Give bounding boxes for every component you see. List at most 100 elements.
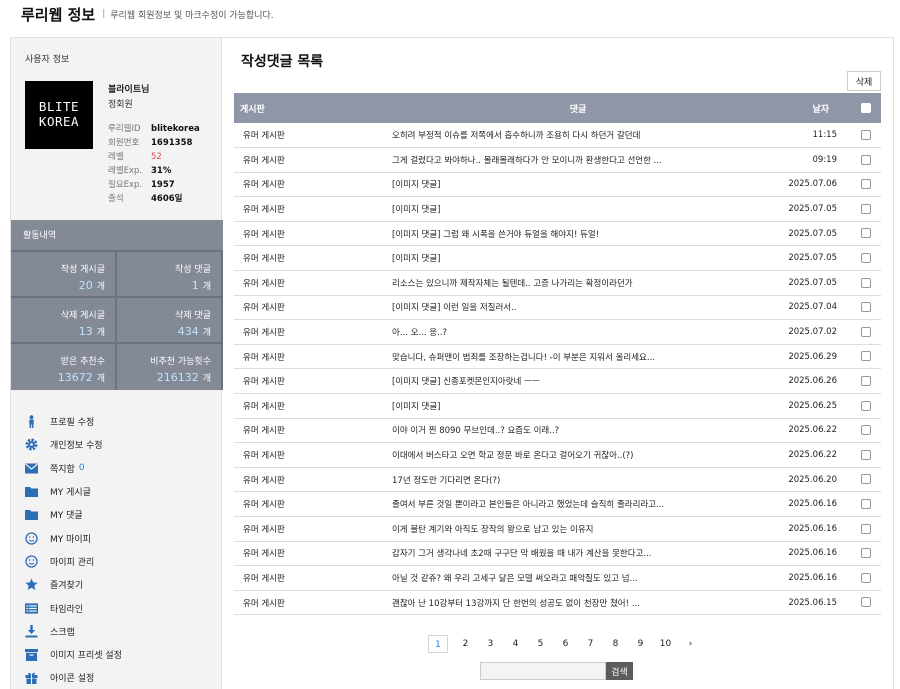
activity-cell-posts[interactable]: 작성 게시글 20 개 <box>11 252 115 296</box>
row-checkbox-cell <box>851 172 881 198</box>
row-comment-link[interactable]: [이미지 댓글] 신종포켓몬인지아랏네 ㅡㅡ <box>392 368 764 395</box>
row-checkbox[interactable] <box>861 253 871 264</box>
row-checkbox[interactable] <box>861 400 871 411</box>
row-checkbox[interactable] <box>861 228 871 239</box>
row-checkbox[interactable] <box>861 129 871 140</box>
menu-messages[interactable]: 쪽지함 0 <box>11 457 223 480</box>
page-link[interactable]: 7 <box>578 635 603 653</box>
page-link[interactable]: 2 <box>453 635 478 653</box>
row-board[interactable]: 유머 게시판 <box>234 590 392 616</box>
activity-cell-downvotes[interactable]: 비추천 가능횟수 216132 개 <box>117 344 221 390</box>
activity-cell-deleted-posts[interactable]: 삭제 게시글 13 개 <box>11 298 115 342</box>
menu-mypi-manage[interactable]: 마이피 관리 <box>11 550 223 573</box>
row-board[interactable]: 유머 게시판 <box>234 172 392 198</box>
row-checkbox[interactable] <box>861 302 871 313</box>
main-content: 작성댓글 목록 삭제 게시판 댓글 날자 유머 게시판 오히려 부정적 이슈를 저… <box>222 37 894 689</box>
row-board[interactable]: 유머 게시판 <box>234 418 392 444</box>
row-comment-link[interactable]: 괜찮아 난 10강부터 13강까지 단 한번의 성공도 없이 천장만 쳤어! .… <box>392 590 764 616</box>
row-checkbox[interactable] <box>861 351 871 362</box>
row-checkbox[interactable] <box>861 449 871 460</box>
row-checkbox[interactable] <box>861 277 871 288</box>
row-board[interactable]: 유머 게시판 <box>234 516 392 542</box>
row-board[interactable]: 유머 게시판 <box>234 295 392 321</box>
row-comment-link[interactable]: 그게 걸렸다고 봐야하나.. 몰래몰래하다가 안 모이니까 환생한다고 선언한 … <box>392 147 764 173</box>
page-link[interactable]: 6 <box>553 635 578 653</box>
row-checkbox[interactable] <box>861 498 871 509</box>
menu-scrap[interactable]: 스크랩 <box>11 620 223 643</box>
search-input[interactable] <box>480 662 606 680</box>
menu-my-comments[interactable]: MY 댓글 <box>11 503 223 526</box>
activity-label: 삭제 댓글 <box>175 311 211 321</box>
activity-cell-comments[interactable]: 작성 댓글 1 개 <box>117 252 221 296</box>
row-checkbox[interactable] <box>861 597 871 608</box>
delete-button[interactable]: 삭제 <box>847 71 881 91</box>
row-comment-link[interactable]: [이미지 댓글] <box>392 172 764 198</box>
row-checkbox[interactable] <box>861 154 871 165</box>
column-header-board: 게시판 <box>234 93 392 123</box>
row-checkbox[interactable] <box>861 523 871 534</box>
row-comment-link[interactable]: 갑자기 그거 생각나네 초2때 구구단 막 배웠을 때 내가 계산을 못한다고.… <box>392 541 764 567</box>
row-board[interactable]: 유머 게시판 <box>234 196 392 222</box>
page-link[interactable]: 5 <box>528 635 553 653</box>
menu-favorites[interactable]: 즐겨찾기 <box>11 573 223 596</box>
row-board[interactable]: 유머 게시판 <box>234 565 392 591</box>
row-board[interactable]: 유머 게시판 <box>234 147 392 173</box>
page-link[interactable]: 3 <box>478 635 503 653</box>
page-current[interactable]: 1 <box>428 635 448 653</box>
row-board[interactable]: 유머 게시판 <box>234 221 392 247</box>
row-comment-link[interactable]: 오히려 부정적 이슈를 저쪽에서 흡수하니까 조용히 다시 하던거 갈던데 <box>392 123 764 149</box>
row-comment-link[interactable]: [이미지 댓글] <box>392 245 764 272</box>
page-link[interactable]: 4 <box>503 635 528 653</box>
row-comment-link[interactable]: [이미지 댓글] 그럼 왜 시폭을 쓴거야 듀얼을 해야지! 듀얼! <box>392 221 764 247</box>
activity-count: 216132 <box>156 371 199 384</box>
stat-value: 1957 <box>151 180 175 190</box>
page-link[interactable]: 8 <box>603 635 628 653</box>
row-comment-link[interactable]: 이게 불탄 계기와 아직도 장작의 왕으로 남고 있는 이유지 <box>392 516 764 542</box>
row-board[interactable]: 유머 게시판 <box>234 270 392 296</box>
page-link[interactable]: 9 <box>628 635 653 653</box>
row-comment-link[interactable]: 아닐 것 같쥬? 왜 우리 고세구 닮은 모델 써오라고 패악질도 있고 넘..… <box>392 565 764 591</box>
row-checkbox[interactable] <box>861 548 871 559</box>
row-board[interactable]: 유머 게시판 <box>234 123 392 149</box>
select-all-checkbox[interactable] <box>861 102 871 113</box>
row-board[interactable]: 유머 게시판 <box>234 442 392 468</box>
row-comment-link[interactable]: 아... 오... 응..? <box>392 319 764 345</box>
activity-cell-deleted-comments[interactable]: 삭제 댓글 434 개 <box>117 298 221 342</box>
column-header-date: 날자 <box>764 93 851 123</box>
row-board[interactable]: 유머 게시판 <box>234 467 392 493</box>
row-checkbox[interactable] <box>861 474 871 485</box>
row-comment-link[interactable]: [이미지 댓글] <box>392 393 764 419</box>
menu-my-posts[interactable]: MY 게시글 <box>11 480 223 503</box>
menu-my-mypi[interactable]: MY 마이피 <box>11 526 223 549</box>
row-board[interactable]: 유머 게시판 <box>234 245 392 272</box>
menu-profile-edit[interactable]: 프로필 수정 <box>11 410 223 433</box>
menu-icon-settings[interactable]: 아이콘 설정 <box>11 666 223 689</box>
row-board[interactable]: 유머 게시판 <box>234 491 392 517</box>
menu-timeline[interactable]: 타임라인 <box>11 596 223 619</box>
menu-account-edit[interactable]: 개인정보 수정 <box>11 433 223 456</box>
menu-image-preset[interactable]: 이미지 프리셋 설정 <box>11 643 223 666</box>
row-board[interactable]: 유머 게시판 <box>234 368 392 395</box>
row-comment-link[interactable]: [이미지 댓글] <box>392 196 764 222</box>
search-button[interactable]: 검색 <box>606 662 633 680</box>
row-board[interactable]: 유머 게시판 <box>234 344 392 370</box>
row-checkbox[interactable] <box>861 179 871 190</box>
row-checkbox[interactable] <box>861 572 871 583</box>
page-link[interactable]: 10 <box>653 635 678 653</box>
row-board[interactable]: 유머 게시판 <box>234 541 392 567</box>
row-comment-link[interactable]: 17년 정도만 기다리면 온다(?) <box>392 467 764 493</box>
row-board[interactable]: 유머 게시판 <box>234 393 392 419</box>
row-checkbox[interactable] <box>861 425 871 436</box>
row-comment-link[interactable]: 리소스는 있으니까 제작자체는 될텐데.. 고증 나가리는 확정이라던가 <box>392 270 764 296</box>
next-page-icon[interactable]: › <box>678 635 703 653</box>
row-board[interactable]: 유머 게시판 <box>234 319 392 345</box>
row-checkbox[interactable] <box>861 203 871 214</box>
row-comment-link[interactable]: 이야 이거 찐 8090 무브인데..? 요즘도 이래..? <box>392 418 764 444</box>
row-comment-link[interactable]: 졸여서 부른 것일 뿐이라고 본인들은 아니라고 했었는데 슬직히 졸라리라고.… <box>392 491 764 517</box>
row-comment-link[interactable]: [이미지 댓글] 이런 일을 저질러서.. <box>392 295 764 321</box>
activity-cell-recommends[interactable]: 받은 추천수 13672 개 <box>11 344 115 390</box>
row-comment-link[interactable]: 이대에서 버스타고 오면 학교 정문 바로 온다고 걸어오기 귀찮아..(?) <box>392 442 764 468</box>
row-comment-link[interactable]: 맞습니다, 슈퍼맨이 범죄를 조장하는겁니다! -이 부분은 지워서 올리세요.… <box>392 344 764 370</box>
row-checkbox[interactable] <box>861 326 871 337</box>
row-checkbox[interactable] <box>861 375 871 386</box>
